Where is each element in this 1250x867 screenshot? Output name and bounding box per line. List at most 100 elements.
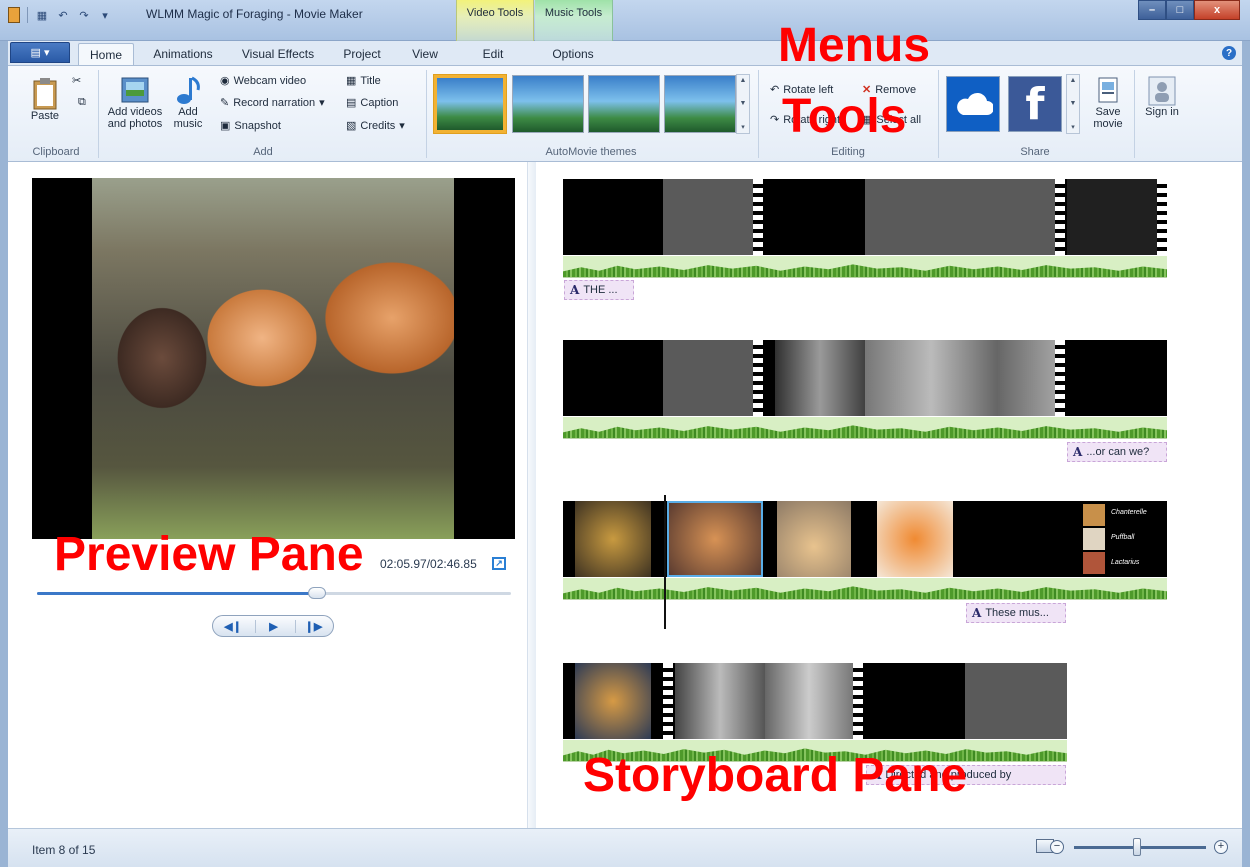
- clip-thumbnail[interactable]: [865, 340, 1063, 416]
- preview-frame-mushrooms: [92, 178, 454, 539]
- play-button[interactable]: ▶: [255, 619, 291, 633]
- chevron-down-icon[interactable]: ▾: [98, 8, 112, 22]
- pane-splitter[interactable]: [528, 162, 536, 828]
- caption-button[interactable]: ▤ Caption: [346, 96, 398, 110]
- undo-icon[interactable]: ↶: [56, 8, 70, 22]
- time-readout: 02:05.97/02:46.85: [380, 557, 477, 571]
- clip-thumbnail[interactable]: [563, 340, 663, 416]
- onedrive-share-button[interactable]: [946, 76, 1000, 132]
- clip-thumbnail[interactable]: [1067, 179, 1157, 255]
- theme-default[interactable]: [434, 75, 506, 133]
- zoom-in-icon[interactable]: +: [1214, 840, 1228, 854]
- save-movie-button[interactable]: Save movie: [1086, 76, 1130, 130]
- next-frame-button[interactable]: ❙▶: [295, 619, 331, 633]
- clip-thumbnail-selected[interactable]: [667, 501, 763, 577]
- playhead[interactable]: [664, 495, 666, 629]
- clip-thumbnail[interactable]: [663, 340, 755, 416]
- file-menu-button[interactable]: ▤ ▾: [10, 42, 70, 63]
- themes-scroll[interactable]: ▲ ▼ ▾: [736, 74, 750, 134]
- caption-text: THE ...: [583, 284, 618, 296]
- tab-view[interactable]: View: [400, 43, 450, 65]
- previous-frame-button[interactable]: ◀❙: [215, 620, 251, 633]
- film-icon[interactable]: [8, 7, 20, 23]
- redo-icon[interactable]: ↷: [77, 8, 91, 22]
- clip-thumbnail[interactable]: [675, 663, 765, 739]
- sign-in-button[interactable]: Sign in: [1140, 76, 1184, 118]
- maximize-button[interactable]: □: [1166, 0, 1194, 20]
- facebook-share-button[interactable]: f: [1008, 76, 1062, 132]
- group-label-add: Add: [253, 146, 273, 158]
- tab-edit[interactable]: Edit: [466, 43, 520, 65]
- clip-strip[interactable]: [563, 663, 1067, 739]
- clip-thumbnail[interactable]: [865, 663, 965, 739]
- snapshot-button[interactable]: ▣ Snapshot: [220, 119, 281, 133]
- clip-thumbnail[interactable]: [563, 179, 663, 255]
- seek-thumb[interactable]: [307, 587, 326, 599]
- separator: [27, 7, 28, 23]
- title-bar: ▦ ↶ ↷ ▾ WLMM Magic of Foraging - Movie M…: [0, 0, 1250, 41]
- clip-strip[interactable]: Chanterelle Puffball Lactarius: [563, 501, 1167, 577]
- clip-thumbnail[interactable]: [575, 501, 651, 577]
- annotation-tools: Tools: [782, 90, 907, 143]
- clip-thumbnail[interactable]: [877, 501, 953, 577]
- tab-visual-effects[interactable]: Visual Effects: [230, 43, 326, 65]
- save-icon[interactable]: ▦: [35, 8, 49, 22]
- tab-options[interactable]: Options: [540, 43, 606, 65]
- clip-thumbnail[interactable]: [777, 501, 851, 577]
- caption-item[interactable]: A ...or can we?: [1067, 442, 1167, 462]
- theme-fade[interactable]: [588, 75, 660, 133]
- seek-bar[interactable]: [37, 592, 511, 595]
- fullscreen-icon[interactable]: ↗: [492, 557, 506, 570]
- snapshot-label: Snapshot: [234, 119, 281, 132]
- cut-icon[interactable]: ✂: [72, 74, 81, 87]
- paste-button[interactable]: Paste: [24, 76, 66, 122]
- clip-thumbnail[interactable]: [1083, 504, 1105, 526]
- facebook-icon: f: [1025, 78, 1045, 130]
- context-tab-music-tools: Music Tools: [535, 0, 613, 41]
- context-tab-video-tools: Video Tools: [456, 0, 534, 41]
- minimize-button[interactable]: –: [1138, 0, 1166, 20]
- copy-icon[interactable]: ⧉: [78, 96, 86, 109]
- audio-waveform[interactable]: [563, 417, 1167, 439]
- tab-home[interactable]: Home: [78, 43, 134, 65]
- title-button[interactable]: ▦ Title: [346, 74, 381, 88]
- help-icon[interactable]: ?: [1222, 46, 1236, 60]
- more-icon: ▾: [1071, 124, 1075, 131]
- record-narration-button[interactable]: ✎ Record narration ▾: [220, 96, 325, 110]
- zoom-out-icon[interactable]: −: [1050, 840, 1064, 854]
- close-button[interactable]: x: [1194, 0, 1240, 20]
- sprocket: [753, 340, 763, 416]
- theme-contemporary[interactable]: [512, 75, 584, 133]
- clip-thumbnail[interactable]: [865, 179, 1055, 255]
- title-icon: ▦: [346, 75, 357, 87]
- add-music-button[interactable]: Add music: [170, 76, 206, 130]
- more-icon: ▾: [741, 124, 745, 131]
- audio-waveform[interactable]: [563, 256, 1167, 278]
- audio-waveform[interactable]: [563, 578, 1167, 600]
- rotate-right-icon: ↷: [770, 114, 780, 126]
- webcam-video-button[interactable]: ◉ Webcam video: [220, 74, 306, 88]
- tab-animations[interactable]: Animations: [140, 43, 226, 65]
- clip-thumbnail[interactable]: [765, 179, 865, 255]
- zoom-thumb[interactable]: [1133, 838, 1142, 856]
- clip-thumbnail[interactable]: [765, 663, 853, 739]
- add-videos-button[interactable]: Add videos and photos: [102, 76, 168, 130]
- clip-thumbnail[interactable]: [575, 663, 651, 739]
- annotation-menus: Menus: [778, 19, 931, 72]
- sprocket: [663, 663, 673, 739]
- tab-project[interactable]: Project: [332, 43, 392, 65]
- caption-item[interactable]: A THE ...: [564, 280, 634, 300]
- clip-strip[interactable]: [563, 340, 1167, 416]
- caption-text: These mus...: [985, 607, 1049, 619]
- clip-strip[interactable]: [563, 179, 1167, 255]
- theme-pan-zoom[interactable]: [664, 75, 736, 133]
- credits-button[interactable]: ▧ Credits ▾: [346, 119, 405, 133]
- clip-thumbnail[interactable]: [1083, 528, 1105, 550]
- clip-thumbnail[interactable]: [965, 663, 1067, 739]
- caption-item[interactable]: A These mus...: [966, 603, 1066, 623]
- share-scroll[interactable]: ▲ ▼ ▾: [1066, 74, 1080, 134]
- clip-thumbnail[interactable]: [1083, 552, 1105, 574]
- clip-thumbnail[interactable]: [775, 340, 865, 416]
- clip-thumbnail[interactable]: [663, 179, 755, 255]
- quick-access-toolbar: ▦ ↶ ↷ ▾: [8, 6, 112, 24]
